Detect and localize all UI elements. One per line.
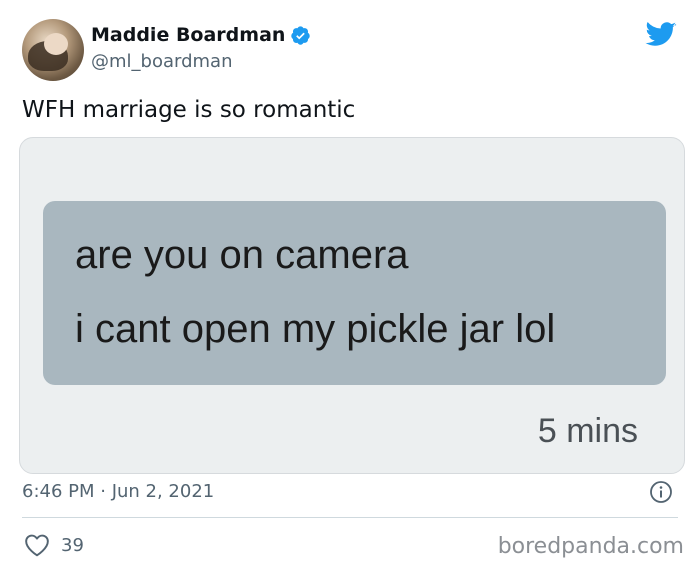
info-icon[interactable] — [649, 480, 673, 504]
author-name-row: Maddie Boardman — [91, 24, 311, 46]
author-avatar[interactable] — [22, 19, 84, 81]
heart-icon — [25, 534, 49, 557]
twitter-bird-icon[interactable] — [645, 22, 677, 48]
like-button[interactable]: 39 — [24, 533, 84, 557]
tweet-media-image[interactable]: are you on camera i cant open my pickle … — [19, 137, 685, 474]
divider — [22, 517, 678, 518]
author-display-name[interactable]: Maddie Boardman — [91, 24, 285, 46]
author-handle[interactable]: @ml_boardman — [91, 51, 233, 72]
verified-badge-icon — [291, 25, 311, 45]
tweet-text: WFH marriage is so romantic — [22, 97, 356, 123]
message-bubble: are you on camera i cant open my pickle … — [43, 201, 666, 385]
watermark: boredpanda.com — [497, 534, 684, 559]
tweet-timestamp[interactable]: 6:46 PM · Jun 2, 2021 — [22, 481, 214, 502]
message-time: 5 mins — [537, 412, 638, 450]
like-count: 39 — [61, 534, 84, 556]
message-line: are you on camera — [75, 233, 409, 277]
message-line: i cant open my pickle jar lol — [75, 307, 556, 351]
